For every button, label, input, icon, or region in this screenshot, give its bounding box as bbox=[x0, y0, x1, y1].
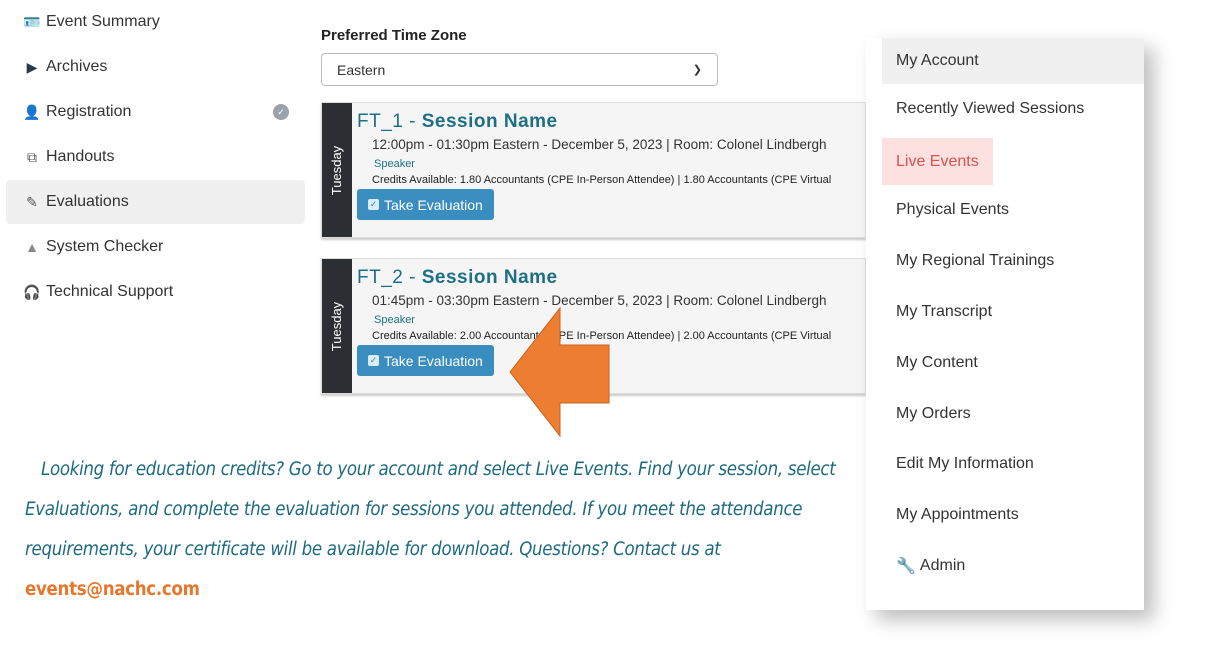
id-card-icon: 🪪 bbox=[23, 13, 41, 30]
session-speaker: Speaker bbox=[374, 158, 415, 170]
session-title[interactable]: FT_2 - Session Name bbox=[357, 267, 865, 289]
timezone-value: Eastern bbox=[337, 61, 386, 78]
menu-item-recently-viewed[interactable]: Recently Viewed Sessions bbox=[882, 86, 1098, 132]
sidebar-item-label: Evaluations bbox=[46, 193, 129, 210]
menu-item-content[interactable]: My Content bbox=[882, 340, 992, 386]
instructions-message: Looking for education credits? Go to you… bbox=[25, 459, 836, 600]
session-credits: Credits Available: 2.00 Accountants (CPE… bbox=[372, 330, 832, 342]
menu-item-orders[interactable]: My Orders bbox=[882, 391, 985, 437]
account-dropdown-menu: My Account Recently Viewed Sessions Live… bbox=[866, 38, 1144, 610]
sidebar-item-label: System Checker bbox=[46, 238, 164, 255]
contact-email-link[interactable]: events@nachc.com bbox=[25, 579, 200, 600]
session-time: 01:45pm - 03:30pm Eastern - December 5, … bbox=[372, 293, 827, 308]
sidebar-item-label: Event Summary bbox=[46, 13, 160, 30]
check-badge-icon: ✓ bbox=[273, 104, 289, 120]
checkbox-icon: ✓ bbox=[368, 199, 379, 210]
warning-icon: ▲ bbox=[25, 239, 39, 255]
copy-icon: ⧉ bbox=[27, 148, 37, 165]
menu-item-physical-events[interactable]: Physical Events bbox=[882, 187, 1023, 233]
user-plus-icon: 👤 bbox=[23, 103, 41, 120]
headset-icon: 🎧 bbox=[23, 283, 41, 300]
menu-item-transcript[interactable]: My Transcript bbox=[882, 289, 1006, 335]
menu-item-live-events[interactable]: Live Events bbox=[882, 138, 993, 185]
session-credits: Credits Available: 1.80 Accountants (CPE… bbox=[372, 174, 832, 186]
session-title[interactable]: FT_1 - Session Name bbox=[357, 111, 865, 133]
sidebar-item-archives[interactable]: ▶ Archives bbox=[6, 45, 305, 89]
play-icon: ▶ bbox=[26, 58, 38, 75]
menu-item-edit-info[interactable]: Edit My Information bbox=[882, 441, 1048, 487]
menu-item-regional-trainings[interactable]: My Regional Trainings bbox=[882, 238, 1068, 284]
tools-icon: 🔧 bbox=[896, 558, 916, 575]
session-card: Tuesday FT_1 - Session Name 12:00pm - 01… bbox=[321, 102, 866, 238]
session-speaker: Speaker bbox=[374, 314, 415, 326]
checkbox-icon: ✓ bbox=[368, 355, 379, 366]
timezone-label: Preferred Time Zone bbox=[321, 27, 467, 44]
sidebar: 🪪 Event Summary ▶ Archives 👤 Registration ✓ … bbox=[6, 0, 305, 315]
session-time: 12:00pm - 01:30pm Eastern - December 5, … bbox=[372, 137, 827, 152]
sidebar-item-label: Archives bbox=[46, 58, 108, 75]
menu-item-appointments[interactable]: My Appointments bbox=[882, 492, 1033, 538]
take-evaluation-button[interactable]: ✓ Take Evaluation bbox=[357, 345, 494, 376]
sidebar-item-technical-support[interactable]: 🎧 Technical Support bbox=[6, 270, 305, 314]
menu-item-admin[interactable]: 🔧 Admin bbox=[882, 543, 979, 589]
day-label: Tuesday bbox=[322, 259, 352, 393]
edit-icon: ✎ bbox=[26, 193, 38, 210]
sidebar-item-handouts[interactable]: ⧉ Handouts bbox=[6, 135, 305, 179]
day-label: Tuesday bbox=[322, 103, 352, 237]
chevron-down-icon: ❯ bbox=[692, 64, 702, 76]
sidebar-item-label: Technical Support bbox=[46, 283, 174, 300]
sidebar-item-system-checker[interactable]: ▲ System Checker bbox=[6, 225, 305, 269]
arrow-annotation-icon bbox=[509, 306, 610, 438]
menu-item-my-account[interactable]: My Account bbox=[882, 38, 1144, 84]
timezone-select[interactable]: Eastern ❯ bbox=[321, 53, 718, 86]
sidebar-item-evaluations[interactable]: ✎ Evaluations bbox=[6, 180, 305, 224]
sidebar-item-label: Registration bbox=[46, 103, 132, 120]
sidebar-item-label: Handouts bbox=[46, 148, 115, 165]
sidebar-item-registration[interactable]: 👤 Registration ✓ bbox=[6, 90, 305, 134]
sidebar-item-event-summary[interactable]: 🪪 Event Summary bbox=[6, 0, 305, 44]
take-evaluation-button[interactable]: ✓ Take Evaluation bbox=[357, 189, 494, 220]
